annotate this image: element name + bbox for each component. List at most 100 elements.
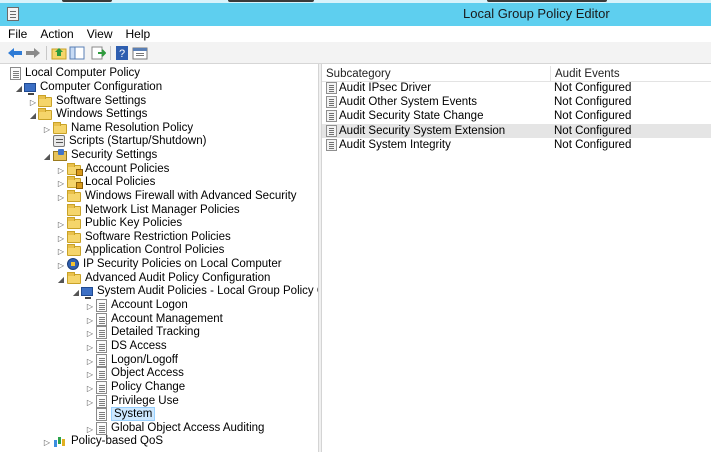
tree-item-account-logon[interactable]: Account Logon (96, 298, 188, 312)
row-subcategory: Audit Security System Extension (339, 125, 506, 137)
tree-item-security-settings[interactable]: Security Settings (53, 148, 157, 162)
expand-arrow-icon[interactable]: ▷ (29, 99, 37, 107)
tree-item-application-control[interactable]: Application Control Policies (67, 243, 224, 257)
tree-item-advanced-audit-policy[interactable]: Advanced Audit Policy Configuration (67, 271, 270, 285)
toolbar: ? (0, 42, 711, 64)
expand-arrow-icon[interactable]: ▷ (86, 371, 94, 379)
folder-icon (67, 217, 81, 229)
show-hide-tree-icon[interactable] (69, 45, 85, 61)
expand-arrow-icon[interactable]: ▷ (57, 262, 65, 270)
console-tree[interactable]: Local Computer Policy ◢ Computer Configu… (0, 64, 318, 452)
tree-item-network-list-manager[interactable]: Network List Manager Policies (67, 203, 240, 217)
expand-arrow-icon[interactable]: ▷ (43, 126, 51, 134)
tree-item-local-computer-policy[interactable]: Local Computer Policy (10, 66, 140, 80)
tree-item-public-key-policies[interactable]: Public Key Policies (67, 216, 182, 230)
tree-item-name-resolution-policy[interactable]: Name Resolution Policy (53, 121, 193, 135)
expand-arrow-icon[interactable]: ▷ (57, 180, 65, 188)
policy-document-icon (10, 66, 21, 80)
collapse-arrow-icon[interactable]: ◢ (72, 289, 80, 297)
tree-item-ds-access[interactable]: DS Access (96, 339, 167, 353)
scripts-icon (53, 135, 65, 147)
up-folder-icon[interactable] (51, 45, 67, 61)
expand-arrow-icon[interactable]: ▷ (86, 303, 94, 311)
tree-item-privilege-use[interactable]: Privilege Use (96, 394, 179, 408)
tree-item-local-policies[interactable]: Local Policies (67, 175, 155, 189)
folder-icon (38, 108, 52, 120)
menu-bar: File Action View Help (0, 26, 711, 42)
app-icon[interactable] (7, 7, 19, 21)
menu-file[interactable]: File (8, 27, 27, 41)
help-icon[interactable]: ? (114, 45, 130, 61)
folder-icon (67, 244, 81, 256)
expand-arrow-icon[interactable]: ▷ (43, 439, 51, 447)
expand-arrow-icon[interactable]: ▷ (86, 385, 94, 393)
back-arrow-icon[interactable] (7, 45, 23, 61)
collapse-arrow-icon[interactable]: ◢ (29, 112, 37, 120)
tree-item-account-policies[interactable]: Account Policies (67, 162, 169, 176)
toolbar-separator (110, 46, 111, 60)
expand-arrow-icon[interactable]: ▷ (86, 358, 94, 366)
tree-item-policy-change[interactable]: Policy Change (96, 380, 185, 394)
tree-item-system[interactable]: System (96, 407, 156, 421)
row-audit-events: Not Configured (554, 82, 632, 94)
expand-arrow-icon[interactable]: ▷ (86, 344, 94, 352)
forward-arrow-icon[interactable] (25, 45, 41, 61)
list-row[interactable]: Audit Security State Change Not Configur… (322, 109, 711, 123)
tree-item-scripts[interactable]: Scripts (Startup/Shutdown) (53, 134, 206, 148)
expand-arrow-icon[interactable]: ▷ (86, 317, 94, 325)
tree-item-software-restriction[interactable]: Software Restriction Policies (67, 230, 231, 244)
tree-item-logon-logoff[interactable]: Logon/Logoff (96, 353, 178, 367)
title-bar[interactable]: Local Group Policy Editor (0, 0, 711, 26)
expand-arrow-icon[interactable]: ▷ (57, 221, 65, 229)
expand-arrow-icon[interactable]: ▷ (57, 167, 65, 175)
locked-folder-icon (67, 163, 83, 176)
details-pane[interactable]: Subcategory Audit Events Audit IPsec Dri… (322, 64, 711, 452)
collapse-arrow-icon[interactable]: ◢ (43, 153, 51, 161)
list-row[interactable]: Audit System Integrity Not Configured (322, 138, 711, 152)
list-row[interactable]: Audit IPsec Driver Not Configured (322, 81, 711, 95)
row-subcategory: Audit IPsec Driver (339, 82, 432, 94)
locked-folder-icon (67, 176, 83, 189)
audit-policy-object-icon (81, 286, 93, 299)
row-audit-events: Not Configured (554, 125, 632, 137)
tree-item-system-audit-policies[interactable]: System Audit Policies - Local Group Poli… (81, 284, 318, 299)
tree-item-ip-security-policies[interactable]: IP Security Policies on Local Computer (67, 257, 282, 271)
menu-help[interactable]: Help (126, 27, 151, 41)
expand-arrow-icon[interactable]: ▷ (57, 194, 65, 202)
column-header-audit-events[interactable]: Audit Events (551, 66, 711, 82)
tree-item-computer-configuration[interactable]: Computer Configuration (24, 80, 162, 95)
expand-arrow-icon[interactable]: ▷ (86, 330, 94, 338)
computer-icon (24, 82, 36, 95)
list-row[interactable]: Audit Other System Events Not Configured (322, 95, 711, 109)
audit-setting-icon (326, 139, 337, 151)
folder-icon (38, 95, 52, 107)
tree-item-policy-based-qos[interactable]: Policy-based QoS (53, 434, 163, 448)
properties-icon[interactable] (132, 45, 148, 61)
expand-arrow-icon[interactable]: ▷ (57, 235, 65, 243)
export-list-icon[interactable] (90, 45, 106, 61)
bar-chart-icon (53, 435, 67, 447)
menu-view[interactable]: View (87, 27, 113, 41)
folder-icon (53, 122, 67, 134)
list-row-highlighted[interactable]: Audit Security System Extension Not Conf… (322, 124, 711, 138)
tree-item-object-access[interactable]: Object Access (96, 366, 184, 380)
column-header-subcategory[interactable]: Subcategory (322, 66, 551, 82)
svg-text:?: ? (119, 48, 125, 60)
audit-setting-icon (326, 110, 337, 122)
tree-item-windows-settings[interactable]: Windows Settings (38, 107, 147, 121)
menu-action[interactable]: Action (40, 27, 73, 41)
tree-item-global-object-access[interactable]: Global Object Access Auditing (96, 421, 264, 435)
expand-arrow-icon[interactable]: ▷ (86, 426, 94, 434)
expand-arrow-icon[interactable]: ▷ (57, 248, 65, 256)
tree-item-software-settings[interactable]: Software Settings (38, 94, 146, 108)
tree-item-account-management[interactable]: Account Management (96, 312, 223, 326)
folder-icon (67, 204, 81, 216)
folder-icon (67, 190, 81, 202)
tree-item-windows-firewall[interactable]: Windows Firewall with Advanced Security (67, 189, 297, 203)
expand-arrow-icon[interactable]: ▷ (86, 399, 94, 407)
audit-setting-icon (326, 125, 337, 137)
collapse-arrow-icon[interactable]: ◢ (15, 85, 23, 93)
tree-item-detailed-tracking[interactable]: Detailed Tracking (96, 325, 200, 339)
collapse-arrow-icon[interactable]: ◢ (57, 276, 65, 284)
audit-category-icon (96, 407, 107, 421)
